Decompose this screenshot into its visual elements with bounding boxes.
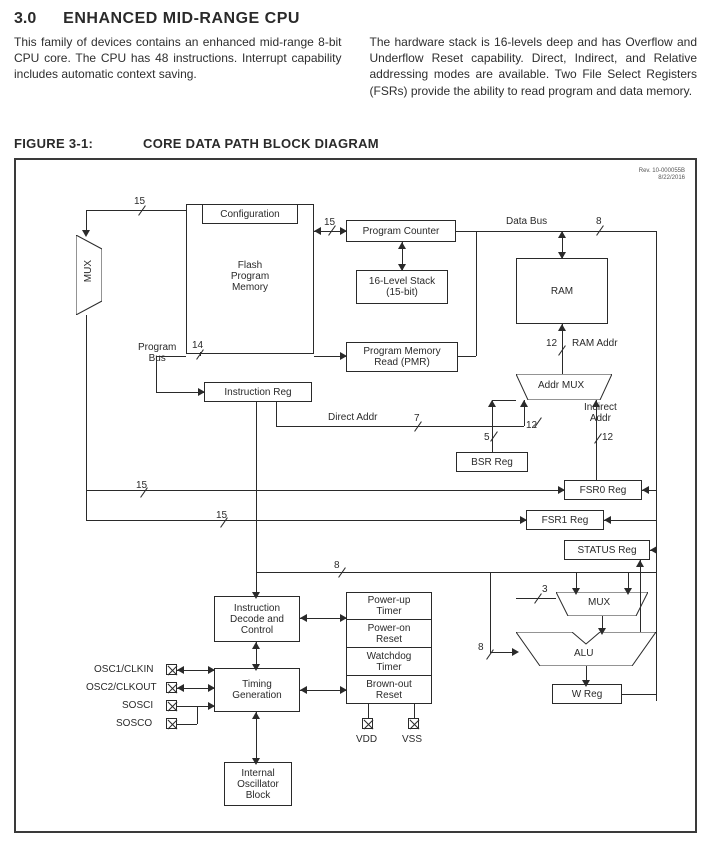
configuration-block: Configuration xyxy=(202,204,298,224)
mux-right-label: MUX xyxy=(588,597,610,608)
program-counter-block: Program Counter xyxy=(346,220,456,242)
fsr0-reg-block: FSR0 Reg xyxy=(564,480,642,500)
flash-memory-label: Flash Program Memory xyxy=(186,260,314,293)
alu-label: ALU xyxy=(574,648,593,659)
ram-addr-label: RAM Addr xyxy=(572,338,618,349)
vss-label: VSS xyxy=(402,734,422,745)
tick-icon xyxy=(218,516,230,528)
stack-block: 16-Level Stack (15-bit) xyxy=(356,270,448,304)
page: 3.0 ENHANCED MID-RANGE CPU This family o… xyxy=(0,0,711,847)
bus-8c: 8 xyxy=(478,642,484,653)
fsr1-reg-block: FSR1 Reg xyxy=(526,510,604,530)
tick-icon xyxy=(592,432,604,444)
sosco-label: SOSCO xyxy=(116,718,152,729)
tick-icon xyxy=(138,486,150,498)
pin-icon xyxy=(166,682,177,693)
section-number: 3.0 xyxy=(14,10,36,27)
intro-columns: This family of devices contains an enhan… xyxy=(14,34,697,99)
pin-icon xyxy=(166,718,177,729)
tick-icon xyxy=(532,416,544,428)
revision-code: Rev. 10-000055B xyxy=(639,168,685,175)
osc2-label: OSC2/CLKOUT xyxy=(86,682,157,693)
tick-icon xyxy=(326,224,338,236)
section-heading: 3.0 ENHANCED MID-RANGE CPU xyxy=(14,10,697,28)
instruction-reg-block: Instruction Reg xyxy=(204,382,312,402)
program-bus-label: Program Bus xyxy=(138,342,176,364)
revision-note: Rev. 10-000055B 8/22/2016 xyxy=(639,168,685,181)
status-reg-block: STATUS Reg xyxy=(564,540,650,560)
block-diagram: Rev. 10-000055B 8/22/2016 MUX Configurat… xyxy=(14,158,697,833)
revision-date: 8/22/2016 xyxy=(639,175,685,182)
power-on-reset-block: Power-on Reset xyxy=(346,620,432,648)
power-up-timer-block: Power-up Timer xyxy=(346,592,432,620)
section-header: 3.0 ENHANCED MID-RANGE CPU This family o… xyxy=(14,10,697,115)
sosci-label: SOSCI xyxy=(122,700,153,711)
data-bus-label: Data Bus xyxy=(506,216,547,227)
pin-icon xyxy=(166,664,177,675)
brown-out-reset-block: Brown-out Reset xyxy=(346,676,432,704)
figure-title: CORE DATA PATH BLOCK DIAGRAM xyxy=(143,136,379,151)
decode-control-block: Instruction Decode and Control xyxy=(214,596,300,642)
pin-icon xyxy=(408,718,419,729)
indirect-addr-label: Indirect Addr xyxy=(584,402,617,424)
tick-icon xyxy=(594,224,606,236)
figure-id: FIGURE 3-1: xyxy=(14,136,93,151)
figure-caption: FIGURE 3-1: CORE DATA PATH BLOCK DIAGRAM xyxy=(14,136,379,151)
bsr-reg-block: BSR Reg xyxy=(456,452,528,472)
internal-oscillator-block: Internal Oscillator Block xyxy=(224,762,292,806)
ram-block: RAM xyxy=(516,258,608,324)
pin-icon xyxy=(166,700,177,711)
pmr-block: Program Memory Read (PMR) xyxy=(346,342,458,372)
osc1-label: OSC1/CLKIN xyxy=(94,664,153,675)
intro-col-left: This family of devices contains an enhan… xyxy=(14,34,342,99)
mux-left-label: MUX xyxy=(83,260,94,282)
intro-col-right: The hardware stack is 16-levels deep and… xyxy=(370,34,698,99)
pin-icon xyxy=(362,718,373,729)
section-title: ENHANCED MID-RANGE CPU xyxy=(63,10,300,27)
direct-addr-label: Direct Addr xyxy=(328,412,377,423)
vdd-label: VDD xyxy=(356,734,377,745)
tick-icon xyxy=(488,430,500,442)
watchdog-timer-block: Watchdog Timer xyxy=(346,648,432,676)
w-reg-block: W Reg xyxy=(552,684,622,704)
addr-mux-label: Addr MUX xyxy=(538,380,584,391)
timing-generation-block: Timing Generation xyxy=(214,668,300,712)
